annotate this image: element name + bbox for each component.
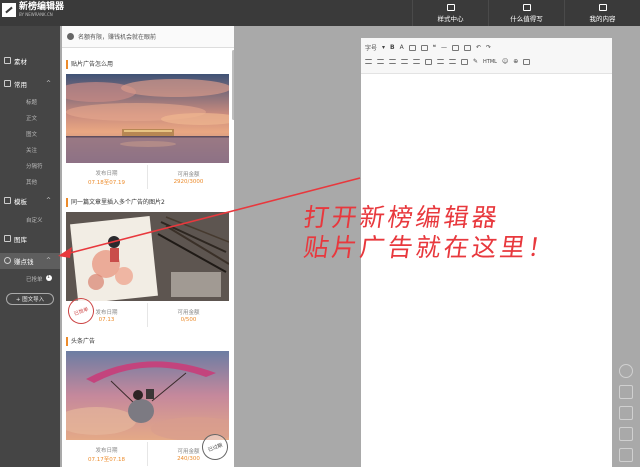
layers-icon — [4, 80, 11, 87]
border-icon[interactable] — [425, 58, 432, 65]
sidebar-item-common[interactable]: 常用 ^ — [0, 76, 60, 92]
video-icon[interactable] — [523, 58, 531, 65]
app-title: 新榜编辑器 — [19, 2, 65, 12]
money-icon — [4, 257, 11, 264]
card-meta: 发布日期 07.18至07.19 可用金额 2920/3000 — [66, 165, 229, 189]
nav-my-content[interactable]: 我的内容 — [564, 0, 640, 26]
sidebar-sub-body[interactable]: 正文 — [26, 114, 37, 122]
ad-card[interactable]: 同一篇文章里插入多个广告的图片2 发布日期 07.13 可用金额 0/500 已… — [64, 198, 229, 328]
card-image-watercolor[interactable] — [66, 212, 229, 301]
magic-wand-icon[interactable]: ✎ — [473, 58, 478, 65]
card-title: 头条广告 — [66, 337, 229, 346]
publish-date: 07.13 — [98, 316, 115, 323]
list-icon[interactable] — [449, 59, 456, 64]
publish-date: 07.18至07.19 — [88, 179, 125, 186]
align-center-icon[interactable] — [377, 59, 384, 64]
sidebar-sub-image-text[interactable]: 图文 — [26, 130, 37, 138]
mobile-preview-icon[interactable] — [619, 385, 633, 399]
table-icon[interactable] — [420, 44, 428, 51]
chevron-down-icon[interactable]: ▾ — [382, 44, 385, 51]
quote-icon[interactable]: ❝ — [433, 44, 436, 51]
line-height-icon[interactable] — [437, 59, 444, 64]
import-article-button[interactable]: + 图文导入 — [6, 293, 54, 305]
sidebar-sub-divider[interactable]: 分隔符 — [26, 162, 43, 170]
toolbar-row-1: 字号 ▾ B A ❝ — ↶ ↷ — [365, 43, 491, 52]
idea-icon — [522, 3, 531, 11]
editor-toolbar: 字号 ▾ B A ❝ — ↶ ↷ ✎ HTML ☺ ⊕ — [361, 38, 612, 74]
notice-text: 名额有限，赚钱机会就在眼前 — [78, 34, 157, 41]
font-color-icon[interactable]: A — [400, 44, 404, 51]
panel-scrollbar[interactable] — [232, 50, 234, 120]
indent-icon[interactable] — [413, 59, 420, 64]
annotation-line-2: 贴片广告就在这里！ — [301, 233, 558, 262]
redo-icon[interactable]: ↷ — [486, 44, 491, 51]
text-style-icon[interactable] — [408, 44, 416, 51]
document-icon — [598, 3, 607, 11]
app-logo[interactable]: 新榜编辑器 BY NEWRANK.CN — [2, 3, 64, 17]
undo-icon[interactable]: ↶ — [476, 44, 481, 51]
available-amount: 0/500 — [180, 316, 197, 323]
ad-card[interactable]: 贴片广告怎么用 发布日期 07.18至07.19 可用金额 2920/3000 — [66, 60, 229, 189]
publish-date: 07.17至07.18 — [88, 456, 125, 463]
link-icon[interactable] — [461, 58, 468, 65]
toolbar-row-2: ✎ HTML ☺ ⊕ — [365, 58, 531, 65]
chevron-up-icon: ^ — [46, 257, 52, 264]
horizontal-rule-icon[interactable]: — — [441, 44, 447, 51]
sidebar-sub-follow[interactable]: 关注 — [26, 146, 37, 154]
notice-bar: 名额有限，赚钱机会就在眼前 — [62, 26, 234, 48]
copy-icon[interactable] — [619, 406, 633, 420]
font-size-select[interactable]: 字号 — [365, 43, 377, 52]
ad-panel: 名额有限，赚钱机会就在眼前 贴片广告怎么用 发布日期 07.18至07.19 可… — [62, 26, 234, 467]
sidebar-item-earn-money[interactable]: 赚点钱 ^ — [0, 253, 60, 269]
card-title: 同一篇文章里插入多个广告的图片2 — [66, 198, 229, 207]
sidebar-sub-grabbed[interactable]: 已抢单 1 — [26, 275, 52, 283]
sidebar-sub-custom[interactable]: 自定义 — [26, 216, 43, 224]
style-icon — [446, 3, 455, 11]
image-icon — [4, 235, 11, 242]
count-badge: 1 — [45, 275, 52, 281]
card-image-train-sunset[interactable] — [66, 74, 229, 163]
align-right-icon[interactable] — [389, 59, 396, 64]
material-icon — [4, 57, 11, 64]
html-button[interactable]: HTML — [483, 59, 497, 65]
nav-style-center[interactable]: 样式中心 — [412, 0, 488, 26]
align-left-icon[interactable] — [365, 59, 372, 64]
preview-eye-icon[interactable] — [619, 364, 633, 378]
emoji-icon[interactable]: ☺ — [502, 58, 508, 65]
sidebar-item-gallery[interactable]: 图库 — [0, 231, 60, 247]
zoom-icon[interactable]: ⊕ — [513, 58, 518, 65]
nav-what-to-write[interactable]: 什么值得写 — [488, 0, 564, 26]
align-justify-icon[interactable] — [401, 59, 408, 64]
sidebar-sub-other[interactable]: 其他 — [26, 178, 37, 186]
logo-icon — [2, 3, 16, 17]
info-icon — [67, 33, 74, 40]
format-brush-icon[interactable] — [463, 44, 471, 51]
chevron-up-icon: ^ — [46, 197, 52, 204]
trash-icon[interactable] — [619, 427, 633, 441]
eraser-icon[interactable] — [451, 44, 459, 51]
chevron-up-icon: ^ — [46, 80, 52, 87]
card-title: 贴片广告怎么用 — [66, 60, 229, 69]
app-subtitle: BY NEWRANK.CN — [19, 12, 53, 17]
sidebar: 素材 常用 ^ 标题 正文 图文 关注 分隔符 其他 模板 ^ 自定义 图库 赚… — [0, 26, 60, 467]
top-nav: 样式中心 什么值得写 我的内容 — [412, 0, 640, 26]
ad-card[interactable]: 头条广告 发布日期 07.17至07.18 可用金额 240/300 已过期 — [66, 337, 232, 466]
sidebar-item-material[interactable]: 素材 — [0, 53, 60, 69]
top-bar: 新榜编辑器 BY NEWRANK.CN 样式中心 什么值得写 我的内容 — [0, 0, 640, 26]
sidebar-item-template[interactable]: 模板 ^ — [0, 193, 60, 209]
help-icon[interactable] — [619, 448, 633, 462]
card-image-flying-machine[interactable] — [66, 351, 229, 440]
available-amount: 240/300 — [177, 455, 200, 462]
sidebar-sub-title[interactable]: 标题 — [26, 98, 37, 106]
template-icon — [4, 197, 11, 204]
available-amount: 2920/3000 — [173, 178, 204, 185]
bold-icon[interactable]: B — [390, 44, 395, 51]
